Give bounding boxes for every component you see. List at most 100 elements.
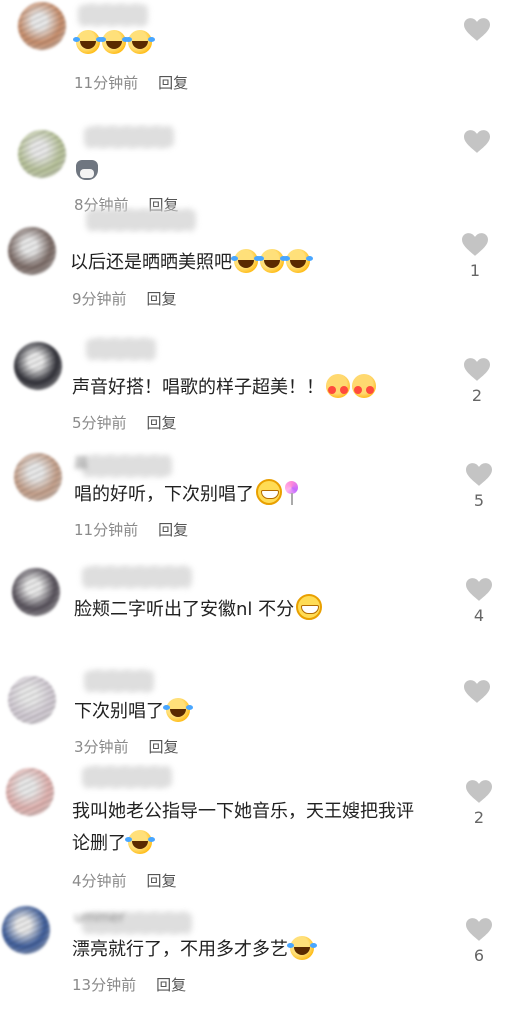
timestamp: 3分钟前 <box>74 738 129 756</box>
avatar[interactable] <box>2 906 50 954</box>
like-count: 6 <box>473 946 485 965</box>
comment-text-line: 脸颊二字听出了安徽nl 不分 <box>74 599 295 620</box>
timestamp: 13分钟前 <box>72 976 137 994</box>
reply-button[interactable]: 回复 <box>147 872 177 890</box>
timestamp: 9分钟前 <box>72 290 127 308</box>
reply-button[interactable]: 回复 <box>147 414 177 432</box>
laugh-emoji-icon <box>283 249 310 273</box>
username-scribble <box>82 766 172 788</box>
comment-text <box>73 28 152 60</box>
comment-meta: 11分钟前 回复 <box>74 72 188 93</box>
like-button[interactable]: 1 <box>460 233 490 280</box>
laugh-emoji-icon <box>73 30 100 54</box>
heart-icon[interactable] <box>466 780 492 804</box>
laugh-emoji-icon <box>125 30 152 54</box>
username-scribble <box>86 209 196 231</box>
reply-button[interactable]: 回复 <box>158 74 188 92</box>
comment-item: 我叫她老公指导一下她音乐，天王嫂把我评 论删了 4分钟前 回复 2 <box>0 760 507 890</box>
comment-meta: 5分钟前 回复 <box>72 412 177 433</box>
like-button[interactable] <box>462 130 492 158</box>
heart-icon[interactable] <box>466 463 492 487</box>
like-count: 2 <box>471 386 483 405</box>
like-count: 2 <box>473 808 485 827</box>
heart-icon[interactable] <box>464 130 490 154</box>
comment-text: 以后还是晒晒美照吧 <box>70 247 310 279</box>
comment-meta <box>74 634 94 652</box>
like-button[interactable]: 2 <box>462 358 492 405</box>
lolly-emoji-icon <box>284 481 298 505</box>
comment-text: 下次别唱了 <box>74 696 190 728</box>
reply-button[interactable]: 回复 <box>149 738 179 756</box>
avatar[interactable] <box>14 342 62 390</box>
like-count: 1 <box>469 261 481 280</box>
avatar[interactable] <box>18 2 66 50</box>
comment-item: 以后还是晒晒美照吧 9分钟前 回复 1 <box>0 205 507 325</box>
username-scribble <box>84 126 174 148</box>
username-scribble <box>84 670 154 692</box>
like-button[interactable]: 5 <box>464 463 494 510</box>
username[interactable]: 晨 <box>74 453 88 473</box>
like-button[interactable]: 4 <box>464 578 494 625</box>
like-button[interactable] <box>462 680 492 708</box>
comment-text-line: 漂亮就行了，不用多才多艺 <box>72 939 288 960</box>
like-button[interactable]: 6 <box>464 918 494 965</box>
like-count: 5 <box>473 491 485 510</box>
reply-button[interactable]: 回复 <box>158 521 188 539</box>
comment-meta: 9分钟前 回复 <box>72 288 177 309</box>
comment-item: 11分钟前 回复 <box>0 0 507 120</box>
laugh-emoji-icon <box>99 30 126 54</box>
like-count: 4 <box>473 606 485 625</box>
reply-button[interactable]: 回复 <box>147 290 177 308</box>
comment-meta: 4分钟前 回复 <box>72 870 177 891</box>
avatar[interactable] <box>8 227 56 275</box>
hug-emoji-icon <box>352 374 376 398</box>
heart-icon[interactable] <box>464 358 490 382</box>
avatar[interactable] <box>12 568 60 616</box>
avatar[interactable] <box>18 130 66 178</box>
comment-text <box>74 154 98 186</box>
laugh-emoji-icon <box>163 698 190 722</box>
laugh-emoji-icon <box>125 830 152 854</box>
laugh-emoji-icon <box>287 936 314 960</box>
comment-text-line: 论删了 <box>72 833 126 854</box>
username[interactable]: ummer <box>74 910 125 926</box>
comment-item: ummer 漂亮就行了，不用多才多艺 13分钟前 回复 6 <box>0 900 507 1020</box>
comment-text-line: 声音好搭！唱歌的样子超美！！ <box>72 377 324 398</box>
avatar[interactable] <box>6 768 54 816</box>
comment-text-line: 我叫她老公指导一下她音乐，天王嫂把我评 <box>72 801 414 822</box>
timestamp: 5分钟前 <box>72 414 127 432</box>
avatar[interactable] <box>8 676 56 724</box>
comment-meta: 11分钟前 回复 <box>74 519 188 540</box>
laugh-emoji-icon <box>231 249 258 273</box>
comment-text: 我叫她老公指导一下她音乐，天王嫂把我评 论删了 <box>72 796 414 860</box>
grin-emoji-icon <box>256 479 282 505</box>
comment-meta: 13分钟前 回复 <box>72 974 186 995</box>
comment-text-line: 下次别唱了 <box>74 701 164 722</box>
cat-emoji-icon <box>76 160 98 180</box>
like-button[interactable]: 2 <box>464 780 494 827</box>
comment-item: 晨唱的好听，下次别唱了 11分钟前 回复 5 <box>0 445 507 565</box>
timestamp: 11分钟前 <box>74 521 139 539</box>
timestamp: 11分钟前 <box>74 74 139 92</box>
comment-text-line: 以后还是晒晒美照吧 <box>70 252 232 273</box>
username-scribble <box>78 4 148 26</box>
heart-icon[interactable] <box>464 680 490 704</box>
heart-icon[interactable] <box>464 18 490 42</box>
heart-icon[interactable] <box>462 233 488 257</box>
username-scribble <box>86 338 156 360</box>
hug-emoji-icon <box>326 374 350 398</box>
grin-emoji-icon <box>296 594 323 620</box>
reply-button[interactable]: 回复 <box>156 976 186 994</box>
heart-icon[interactable] <box>466 578 492 602</box>
heart-icon[interactable] <box>466 918 492 942</box>
username-scribble <box>82 455 172 477</box>
comment-item: 声音好搭！唱歌的样子超美！！ 5分钟前 回复 2 <box>0 330 507 450</box>
laugh-emoji-icon <box>257 249 284 273</box>
comment-meta: 3分钟前 回复 <box>74 736 179 757</box>
comment-text: 漂亮就行了，不用多才多艺 <box>72 934 314 966</box>
like-button[interactable] <box>462 18 492 46</box>
comment-text-line: 唱的好听，下次别唱了 <box>74 484 254 505</box>
comment-text: 脸颊二字听出了安徽nl 不分 <box>74 594 323 626</box>
avatar[interactable] <box>14 453 62 501</box>
timestamp: 4分钟前 <box>72 872 127 890</box>
